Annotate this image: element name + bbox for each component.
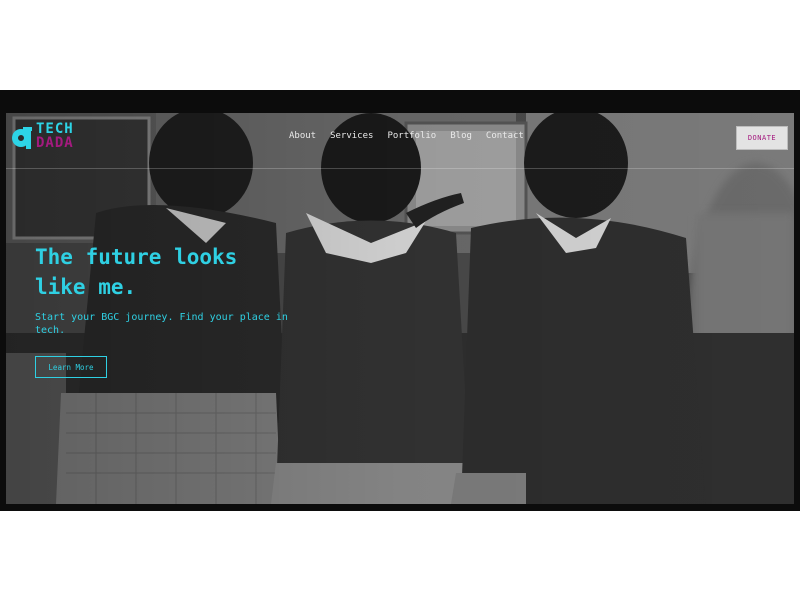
nav-item-portfolio[interactable]: Portfolio (387, 131, 436, 141)
donate-button[interactable]: DONATE (736, 126, 788, 150)
hero-overlay (6, 113, 794, 504)
logo-icon (12, 127, 32, 149)
main-nav: About Services Portfolio Blog Contact (289, 131, 538, 141)
logo-line-1: TECH (36, 121, 74, 137)
logo-line-2: DADA (36, 135, 74, 151)
nav-item-about[interactable]: About (289, 131, 316, 141)
header-divider (6, 168, 794, 169)
nav-item-contact[interactable]: Contact (486, 131, 524, 141)
hero-headline: The future looks like me. (35, 245, 238, 299)
learn-more-button[interactable]: Learn More (35, 356, 107, 378)
nav-item-services[interactable]: Services (330, 131, 373, 141)
brand-logo[interactable]: TECH DADA (10, 122, 86, 154)
hero-section (6, 113, 794, 504)
hero-subtext: Start your BGC journey. Find your place … (35, 312, 288, 336)
logo-wordmark: TECH DADA (36, 122, 74, 150)
nav-item-blog[interactable]: Blog (450, 131, 472, 141)
